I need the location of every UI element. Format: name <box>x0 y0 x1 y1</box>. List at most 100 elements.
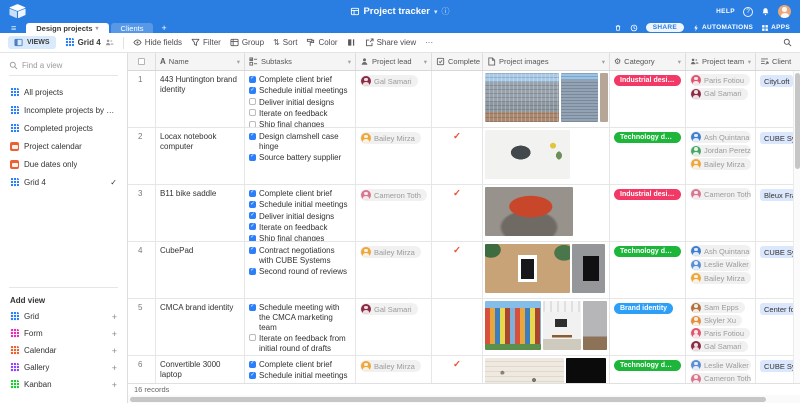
cell-subtasks[interactable]: ✓Complete client brief✓Schedule initial … <box>245 71 356 127</box>
subtask-checkbox[interactable] <box>249 334 256 341</box>
cell-project-lead[interactable]: Cameron Toth <box>356 185 432 241</box>
cell-project-lead[interactable]: Bailey Mirza <box>356 242 432 298</box>
subtask-checkbox[interactable] <box>249 109 256 116</box>
subtask-checkbox[interactable]: ✓ <box>249 304 256 311</box>
trash-icon[interactable] <box>614 24 622 32</box>
current-view-button[interactable]: Grid 4 <box>65 38 114 47</box>
subtask-checkbox[interactable]: ✓ <box>249 212 256 219</box>
cell-complete[interactable]: ✓ <box>432 128 483 184</box>
filter-button[interactable]: Filter <box>191 38 221 47</box>
tab-design-projects[interactable]: Design projects▾ <box>26 23 108 33</box>
cell-project-team[interactable]: Ash QuintanaJordan PeretzBailey Mirza <box>686 128 756 184</box>
cell-name[interactable]: 443 Huntington brand identity <box>156 71 245 127</box>
subtask-checkbox[interactable]: ✓ <box>249 76 256 83</box>
vertical-scrollbar[interactable] <box>793 71 800 383</box>
subtask-checkbox[interactable]: ✓ <box>249 201 256 208</box>
cell-project-lead[interactable]: Bailey Mirza <box>356 128 432 184</box>
share-view-button[interactable]: Share view <box>365 38 417 47</box>
add-view-calendar[interactable]: Calendar+ <box>0 342 127 359</box>
add-view-grid[interactable]: Grid+ <box>0 308 127 325</box>
sidebar-view-completed-projects[interactable]: Completed projects <box>0 119 127 137</box>
history-icon[interactable] <box>630 24 638 32</box>
base-title-group[interactable]: Project tracker ▾ ⓘ <box>350 0 449 23</box>
project-image-thumbnail[interactable] <box>485 301 541 350</box>
project-image-thumbnail[interactable] <box>572 244 605 293</box>
column-header-client[interactable]: Client▾ <box>756 53 800 70</box>
subtask-checkbox[interactable] <box>249 121 256 128</box>
project-image-thumbnail[interactable] <box>561 73 598 122</box>
cell-subtasks[interactable]: ✓Design clamshell case hinge✓Source batt… <box>245 128 356 184</box>
sidebar-view-project-calendar[interactable]: Project calendar <box>0 137 127 155</box>
cell-category[interactable]: Brand identity <box>610 299 686 355</box>
cell-project-team[interactable]: Sam EppsSkyler XuParis FotiouGal Samari <box>686 299 756 355</box>
cell-subtasks[interactable]: ✓Complete client brief✓Schedule initial … <box>245 185 356 241</box>
hide-fields-button[interactable]: Hide fields <box>133 38 182 47</box>
cell-complete[interactable]: ✓ <box>432 242 483 298</box>
cell-complete[interactable]: ✓ <box>432 185 483 241</box>
subtask-checkbox[interactable]: ✓ <box>249 361 256 368</box>
cell-category[interactable]: Industrial design <box>610 71 686 127</box>
subtask-checkbox[interactable]: ✓ <box>249 223 256 230</box>
subtask-checkbox[interactable]: ✓ <box>249 372 256 379</box>
subtask-checkbox[interactable]: ✓ <box>249 190 256 197</box>
plus-icon[interactable]: + <box>112 312 117 322</box>
tab-clients[interactable]: Clients <box>111 23 154 33</box>
subtask-checkbox[interactable]: ✓ <box>249 235 256 242</box>
cell-complete[interactable] <box>432 71 483 127</box>
subtask-checkbox[interactable]: ✓ <box>249 154 256 161</box>
share-button[interactable]: SHARE <box>646 23 684 32</box>
user-avatar[interactable] <box>778 5 791 18</box>
plus-icon[interactable]: + <box>112 346 117 356</box>
add-view-gallery[interactable]: Gallery+ <box>0 359 127 376</box>
project-image-thumbnail[interactable] <box>485 73 559 122</box>
search-icon[interactable] <box>783 38 792 47</box>
apps-button[interactable]: APPS <box>761 24 790 32</box>
cell-project-team[interactable]: Paris FotiouGal Samari <box>686 71 756 127</box>
project-image-thumbnail[interactable] <box>485 244 570 293</box>
cell-project-images[interactable] <box>483 242 610 298</box>
sidebar-view-incomplete-projects-by-category[interactable]: Incomplete projects by category <box>0 101 127 119</box>
project-image-thumbnail[interactable] <box>543 301 581 350</box>
cell-complete[interactable] <box>432 299 483 355</box>
sidebar-view-grid-4[interactable]: Grid 4✓ <box>0 173 127 191</box>
project-image-thumbnail[interactable] <box>583 301 607 350</box>
select-all-checkbox[interactable] <box>138 58 145 65</box>
cell-project-images[interactable] <box>483 71 610 127</box>
plus-icon[interactable]: + <box>112 363 117 373</box>
cell-category[interactable]: Technology design <box>610 242 686 298</box>
cell-name[interactable]: CubePad <box>156 242 245 298</box>
question-icon[interactable]: ? <box>743 7 753 17</box>
column-header-project-lead[interactable]: Project lead▾ <box>356 53 432 70</box>
group-button[interactable]: Group <box>230 38 264 47</box>
hamburger-menu-icon[interactable]: ≡ <box>0 23 26 33</box>
add-table-button[interactable]: + <box>155 23 172 33</box>
column-header-name[interactable]: AName▾ <box>156 53 245 70</box>
project-image-thumbnail[interactable] <box>485 187 573 236</box>
cell-name[interactable]: Locax notebook computer <box>156 128 245 184</box>
sidebar-view-all-projects[interactable]: All projects <box>0 83 127 101</box>
find-view-input[interactable] <box>22 61 112 70</box>
cell-name[interactable]: CMCA brand identity <box>156 299 245 355</box>
sidebar-view-due-dates-only[interactable]: Due dates only <box>0 155 127 173</box>
views-toggle-button[interactable]: VIEWS <box>8 36 56 49</box>
base-info-icon[interactable]: ⓘ <box>442 6 450 17</box>
plus-icon[interactable]: + <box>112 329 117 339</box>
cell-subtasks[interactable]: ✓Schedule meeting with the CMCA marketin… <box>245 299 356 355</box>
cell-project-lead[interactable]: Gal Samari <box>356 71 432 127</box>
column-header-complete[interactable]: Complete▾ <box>432 53 483 70</box>
column-header-category[interactable]: ⚙Category▾ <box>610 53 686 70</box>
subtask-checkbox[interactable]: ✓ <box>249 247 256 254</box>
project-image-thumbnail[interactable] <box>600 73 608 122</box>
automations-button[interactable]: AUTOMATIONS <box>692 24 753 32</box>
column-header-project-team[interactable]: Project team▾ <box>686 53 756 70</box>
subtask-checkbox[interactable]: ✓ <box>249 133 256 140</box>
column-header-subtasks[interactable]: Subtasks▾ <box>245 53 356 70</box>
cell-subtasks[interactable]: ✓Contract negotiations with CUBE Systems… <box>245 242 356 298</box>
horizontal-scrollbar[interactable] <box>128 395 800 403</box>
cell-project-images[interactable] <box>483 185 610 241</box>
cell-project-team[interactable]: Cameron Toth <box>686 185 756 241</box>
airtable-logo-icon[interactable] <box>9 4 26 20</box>
color-button[interactable]: Color <box>306 38 337 47</box>
cell-project-lead[interactable]: Gal Samari <box>356 299 432 355</box>
subtask-checkbox[interactable]: ✓ <box>249 268 256 275</box>
